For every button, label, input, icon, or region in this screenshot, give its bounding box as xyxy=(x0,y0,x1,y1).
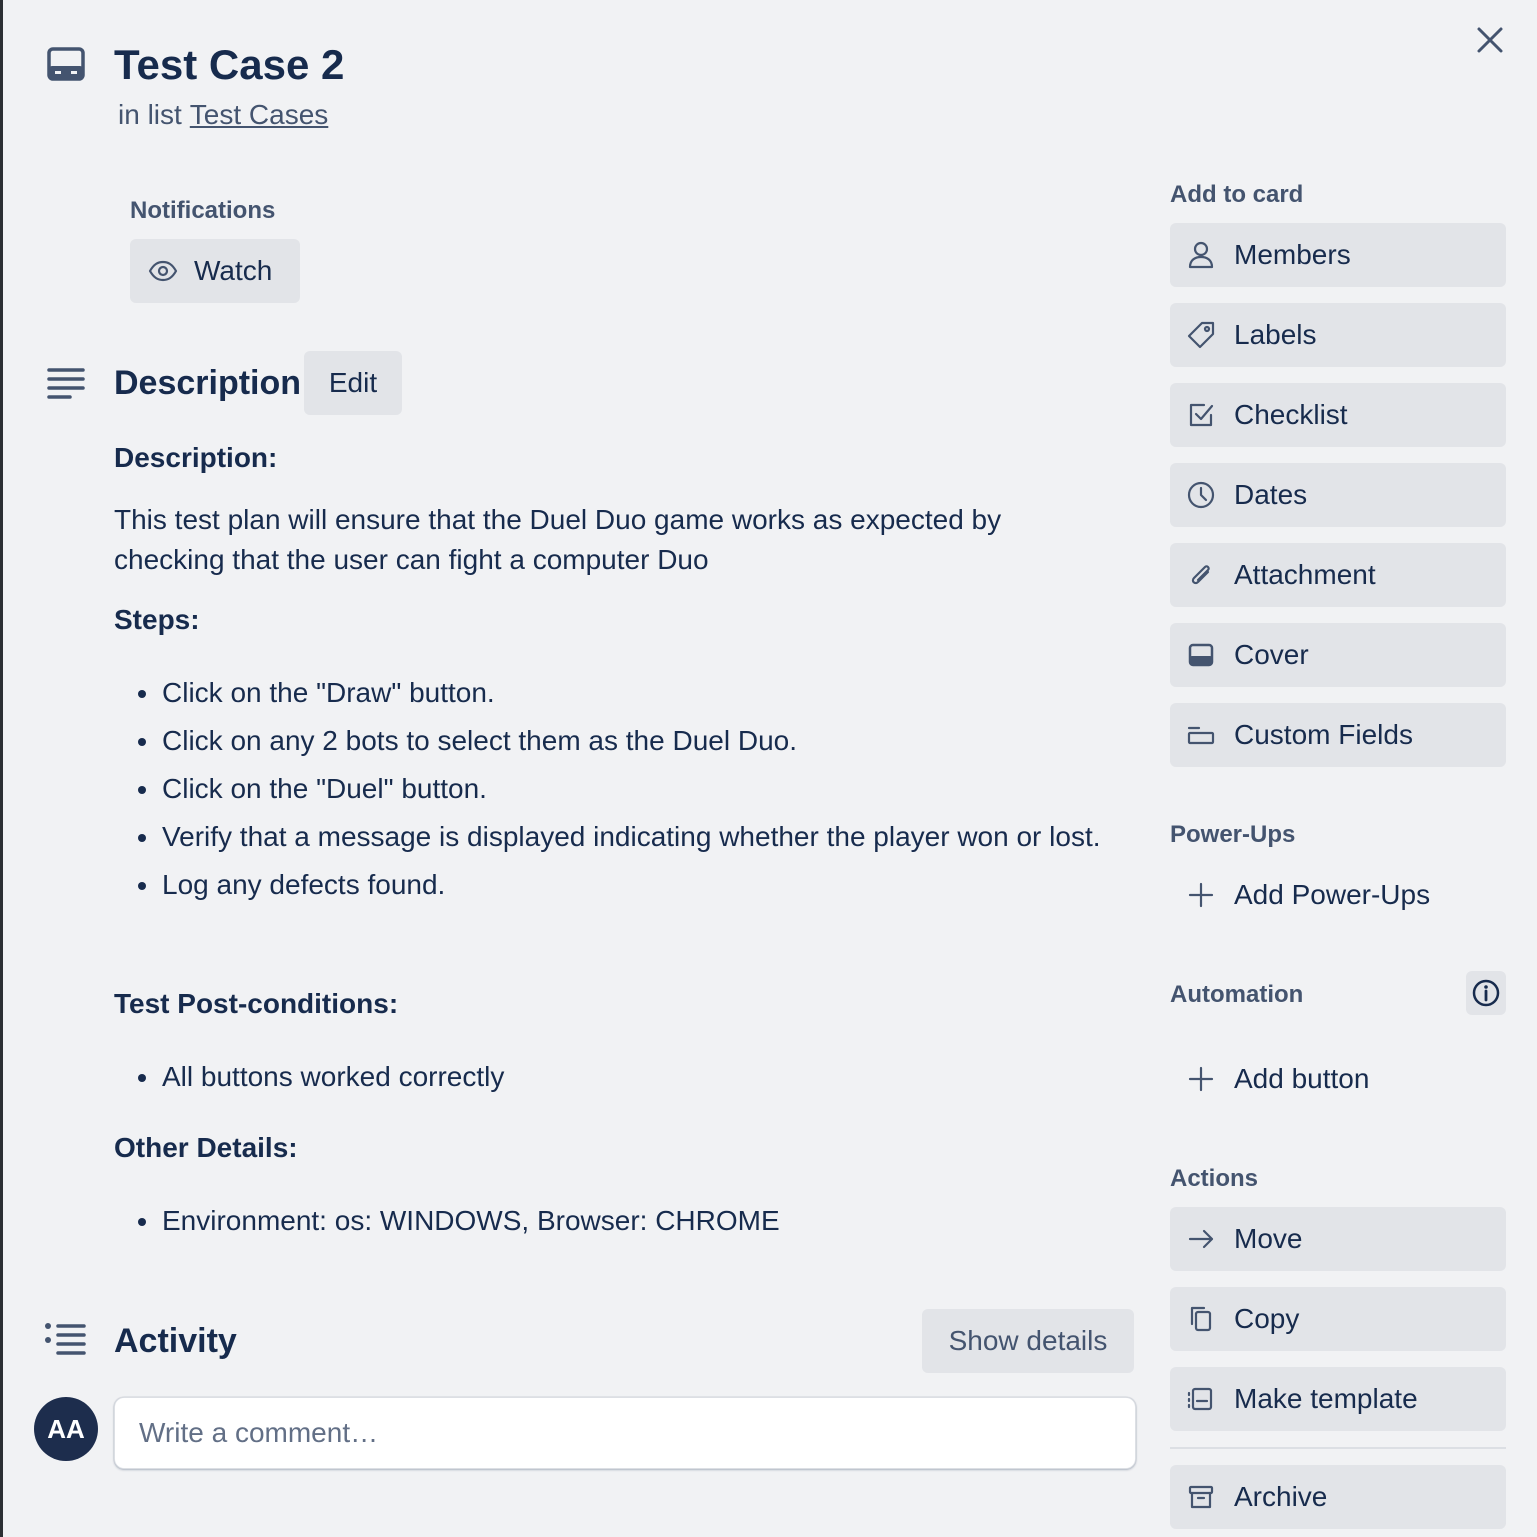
list-item: Click on the "Draw" button. xyxy=(114,669,1114,717)
cover-button[interactable]: Cover xyxy=(1170,623,1506,687)
paperclip-icon xyxy=(1186,560,1216,590)
cover-label: Cover xyxy=(1234,639,1309,670)
list-location: in list Test Cases xyxy=(118,98,328,132)
archive-button[interactable]: Archive xyxy=(1170,1465,1506,1529)
automation-label: Automation xyxy=(1170,981,1304,1008)
description-paragraph: This test plan will ensure that the Duel… xyxy=(114,504,1002,575)
close-icon xyxy=(1477,27,1503,53)
window-edge xyxy=(0,0,3,1537)
person-icon xyxy=(1186,240,1216,270)
clock-icon xyxy=(1186,480,1216,510)
list-item: Log any defects found. xyxy=(114,861,1114,909)
eye-icon xyxy=(148,256,178,286)
post-conditions-list: All buttons worked correctly xyxy=(114,1053,1114,1101)
description-heading: Description xyxy=(114,364,302,402)
copy-label: Copy xyxy=(1234,1303,1300,1334)
tag-icon xyxy=(1186,320,1216,350)
list-item: Click on the "Duel" button. xyxy=(114,765,1114,813)
steps-heading: Steps: xyxy=(114,604,200,635)
move-button[interactable]: Move xyxy=(1170,1207,1506,1271)
make-template-label: Make template xyxy=(1234,1383,1418,1414)
dates-button[interactable]: Dates xyxy=(1170,463,1506,527)
attachment-label: Attachment xyxy=(1234,559,1376,590)
dates-label: Dates xyxy=(1234,479,1308,510)
custom-fields-icon xyxy=(1186,720,1216,750)
plus-icon xyxy=(1186,1064,1216,1094)
copy-icon xyxy=(1186,1304,1216,1334)
checklist-label: Checklist xyxy=(1234,399,1348,430)
list-item: Verify that a message is displayed indic… xyxy=(114,813,1114,861)
close-button[interactable] xyxy=(1470,20,1510,60)
list-link[interactable]: Test Cases xyxy=(190,99,329,130)
cover-icon xyxy=(1186,640,1216,670)
description-subheading: Description: xyxy=(114,442,278,473)
labels-button[interactable]: Labels xyxy=(1170,303,1506,367)
move-label: Move xyxy=(1234,1223,1303,1254)
add-to-card-label: Add to card xyxy=(1170,181,1304,208)
list-prefix: in list xyxy=(118,99,182,130)
watch-label: Watch xyxy=(194,255,273,286)
checklist-button[interactable]: Checklist xyxy=(1170,383,1506,447)
activity-icon xyxy=(44,1322,88,1360)
steps-list: Click on the "Draw" button. Click on any… xyxy=(114,669,1114,909)
description-icon xyxy=(46,366,86,402)
template-icon xyxy=(1186,1384,1216,1414)
notifications-label: Notifications xyxy=(130,197,276,224)
members-button[interactable]: Members xyxy=(1170,223,1506,287)
actions-label: Actions xyxy=(1170,1165,1259,1192)
list-item: All buttons worked correctly xyxy=(114,1053,1114,1101)
add-automation-button[interactable]: Add button xyxy=(1170,1047,1506,1111)
other-details-heading: Other Details: xyxy=(114,1132,298,1163)
comment-input[interactable] xyxy=(114,1397,1136,1469)
add-button-label: Add button xyxy=(1234,1063,1370,1094)
checklist-icon xyxy=(1186,400,1216,430)
watch-button[interactable]: Watch xyxy=(130,239,300,303)
automation-info-button[interactable] xyxy=(1466,971,1506,1015)
avatar[interactable]: AA xyxy=(34,1397,98,1461)
custom-fields-button[interactable]: Custom Fields xyxy=(1170,703,1506,767)
card-icon xyxy=(46,46,86,82)
members-label: Members xyxy=(1234,239,1351,270)
add-power-ups-button[interactable]: Add Power-Ups xyxy=(1170,863,1506,927)
labels-label: Labels xyxy=(1234,319,1317,350)
card-title[interactable]: Test Case 2 xyxy=(114,40,344,90)
arrow-right-icon xyxy=(1186,1224,1216,1254)
attachment-button[interactable]: Attachment xyxy=(1170,543,1506,607)
add-power-ups-label: Add Power-Ups xyxy=(1234,879,1431,910)
activity-heading: Activity xyxy=(114,1322,237,1360)
edit-description-button[interactable]: Edit xyxy=(304,351,402,415)
custom-fields-label: Custom Fields xyxy=(1234,719,1413,750)
make-template-button[interactable]: Make template xyxy=(1170,1367,1506,1431)
list-item: Environment: os: WINDOWS, Browser: CHROM… xyxy=(114,1197,1114,1245)
plus-icon xyxy=(1186,880,1216,910)
show-details-button[interactable]: Show details xyxy=(922,1309,1134,1373)
other-details-list: Environment: os: WINDOWS, Browser: CHROM… xyxy=(114,1197,1114,1245)
info-icon xyxy=(1472,979,1500,1007)
list-item: Click on any 2 bots to select them as th… xyxy=(114,717,1114,765)
post-conditions-heading: Test Post-conditions: xyxy=(114,988,399,1019)
copy-button[interactable]: Copy xyxy=(1170,1287,1506,1351)
archive-icon xyxy=(1186,1482,1216,1512)
actions-divider xyxy=(1170,1447,1506,1449)
power-ups-label: Power-Ups xyxy=(1170,821,1296,848)
archive-label: Archive xyxy=(1234,1481,1328,1512)
